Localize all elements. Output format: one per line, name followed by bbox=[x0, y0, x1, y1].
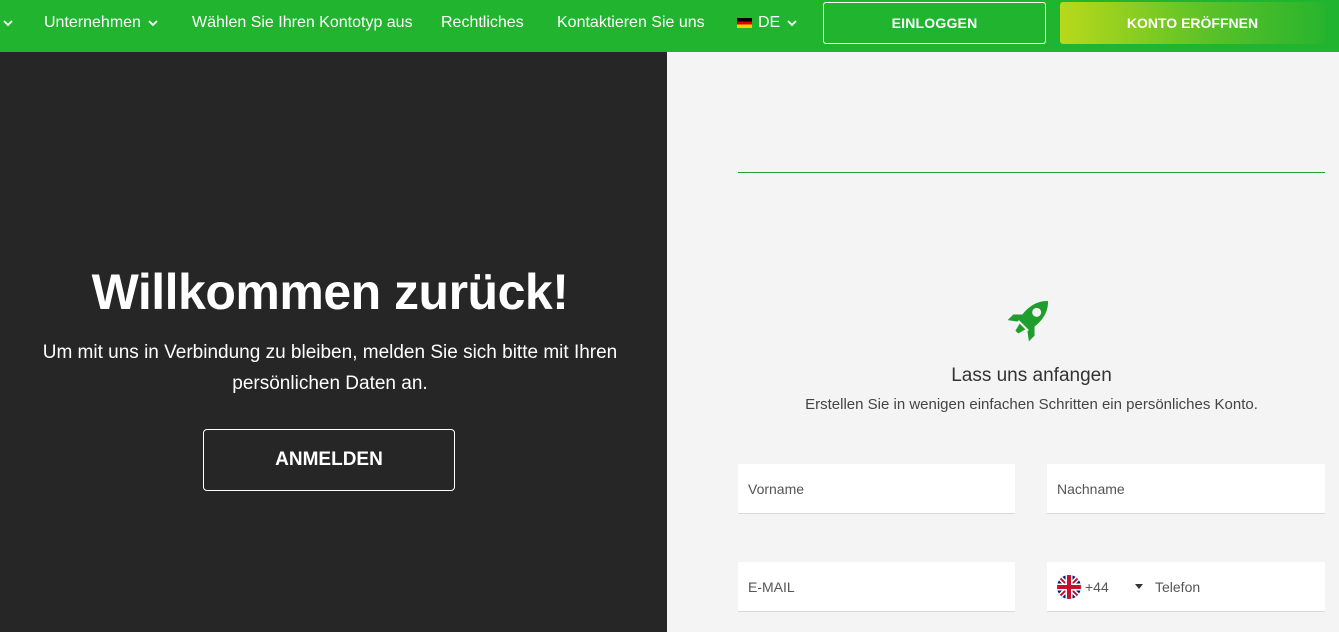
last-name-placeholder: Nachname bbox=[1057, 480, 1125, 497]
first-name-placeholder: Vorname bbox=[748, 480, 805, 497]
signup-title: Lass uns anfangen bbox=[951, 365, 1112, 386]
nav-item-label: Wählen Sie Ihren Kontotyp aus bbox=[192, 14, 413, 31]
signup-subtitle: Erstellen Sie in wenigen einfachen Schri… bbox=[805, 396, 1258, 413]
chevron-down-icon bbox=[147, 17, 159, 29]
top-navigation: Unternehmen Wählen Sie Ihren Kontotyp au… bbox=[0, 0, 1339, 52]
german-flag-icon bbox=[737, 18, 752, 28]
phone-field[interactable]: +44 Telefon bbox=[1047, 562, 1325, 612]
signup-panel bbox=[667, 52, 1339, 632]
nav-overflow-chevron[interactable] bbox=[2, 0, 14, 46]
country-code: +44 bbox=[1085, 578, 1109, 595]
language-label: DE bbox=[758, 14, 781, 31]
first-name-field[interactable]: Vorname bbox=[738, 464, 1015, 514]
nav-item-company[interactable]: Unternehmen bbox=[44, 0, 159, 46]
nav-item-label: Unternehmen bbox=[44, 14, 141, 31]
login-button[interactable]: EINLOGGEN bbox=[823, 2, 1046, 44]
chevron-down-icon bbox=[786, 17, 798, 29]
phone-placeholder: Telefon bbox=[1155, 578, 1201, 595]
welcome-title: Willkommen zurück! bbox=[91, 264, 569, 320]
welcome-subtitle: Um mit uns in Verbindung zu bleiben, mel… bbox=[42, 342, 618, 394]
chevron-down-icon bbox=[2, 17, 14, 29]
signin-button[interactable]: ANMELDEN bbox=[203, 429, 455, 491]
nav-item-label: Kontaktieren Sie uns bbox=[557, 14, 705, 31]
uk-flag-icon bbox=[1057, 574, 1081, 599]
country-dropdown-caret-icon[interactable] bbox=[1135, 584, 1143, 589]
last-name-field[interactable]: Nachname bbox=[1047, 464, 1325, 514]
divider bbox=[738, 172, 1325, 173]
rocket-icon bbox=[1004, 292, 1058, 344]
email-placeholder: E-MAIL bbox=[748, 578, 795, 595]
nav-item-contact[interactable]: Kontaktieren Sie uns bbox=[557, 0, 705, 46]
language-selector[interactable]: DE bbox=[737, 0, 798, 46]
nav-item-label: Rechtliches bbox=[441, 14, 524, 31]
nav-item-legal[interactable]: Rechtliches bbox=[441, 0, 524, 46]
open-account-button[interactable]: KONTO ERÖFFNEN bbox=[1060, 2, 1325, 44]
email-field[interactable]: E-MAIL bbox=[738, 562, 1015, 612]
nav-item-account-type[interactable]: Wählen Sie Ihren Kontotyp aus bbox=[192, 0, 413, 46]
